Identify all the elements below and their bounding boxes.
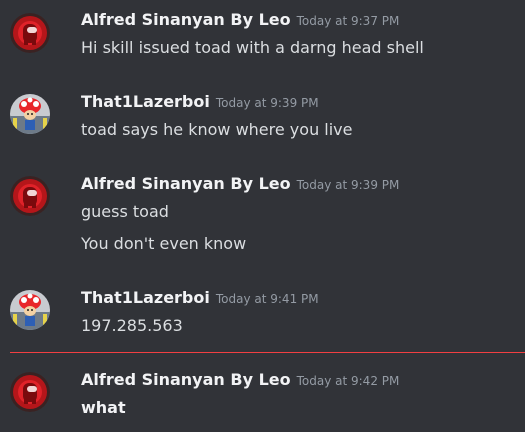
author-name[interactable]: Alfred Sinanyan By Leo — [81, 174, 291, 193]
message-text: guess toad — [81, 202, 169, 221]
new-messages-divider — [10, 352, 525, 353]
toad-avatar-icon[interactable] — [10, 94, 50, 134]
toad-avatar-icon[interactable] — [10, 290, 50, 330]
author-name[interactable]: That1Lazerboi — [81, 288, 210, 307]
message-text: 197.285.563 — [81, 316, 183, 335]
message-text: toad says he know where you live — [81, 120, 353, 139]
message-timestamp[interactable]: Today at 9:37 PM — [297, 14, 400, 28]
message-timestamp[interactable]: Today at 9:42 PM — [297, 374, 400, 388]
red-amogus-avatar-icon[interactable] — [10, 372, 50, 412]
message-timestamp[interactable]: Today at 9:39 PM — [216, 96, 319, 110]
author-name[interactable]: Alfred Sinanyan By Leo — [81, 370, 291, 389]
red-amogus-avatar-icon[interactable] — [10, 176, 50, 216]
red-amogus-avatar-icon[interactable] — [10, 13, 50, 53]
message-text: You don't even know — [81, 234, 247, 253]
author-name[interactable]: Alfred Sinanyan By Leo — [81, 10, 291, 29]
author-name[interactable]: That1Lazerboi — [81, 92, 210, 111]
message-timestamp[interactable]: Today at 9:39 PM — [297, 178, 400, 192]
message-text: what — [81, 398, 126, 417]
message-timestamp[interactable]: Today at 9:41 PM — [216, 292, 319, 306]
message-text: Hi skill issued toad with a darng head s… — [81, 38, 424, 57]
